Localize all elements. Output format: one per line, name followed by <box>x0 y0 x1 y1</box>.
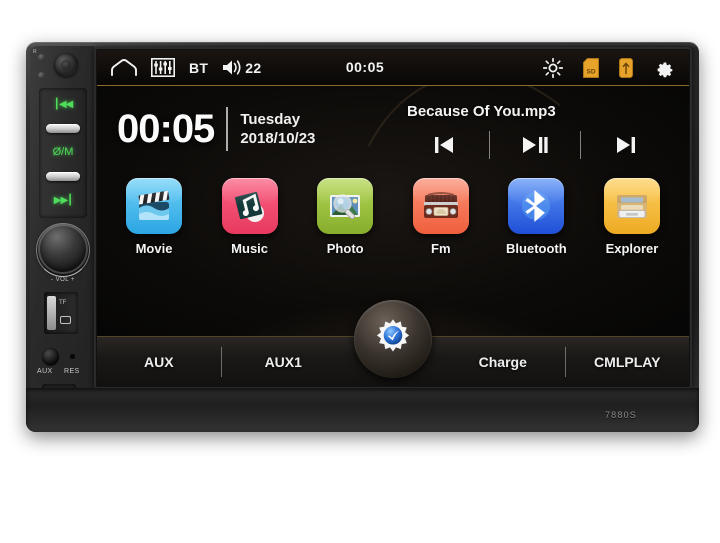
date-group: Tuesday 2018/10/23 <box>240 111 315 147</box>
gear-icon[interactable] <box>653 57 675 79</box>
reset-label: RES <box>64 368 80 375</box>
reset-mic-knob[interactable] <box>54 53 78 77</box>
file-explorer-icon <box>616 195 647 218</box>
movie-tile[interactable] <box>126 178 182 234</box>
play-pause-icon <box>523 136 548 153</box>
previous-track-hard-button[interactable]: ┃◀◀ <box>39 92 87 116</box>
app-label: Music <box>231 241 269 256</box>
touchscreen-display[interactable]: BT 22 00:05 SD 00:05 Tuesday 2018/10/23 … <box>97 50 689 386</box>
app-label: Explorer <box>605 241 659 256</box>
status-bar-clock: 00:05 <box>345 58 385 75</box>
clock-weekday: Tuesday <box>240 111 301 128</box>
bar-key-icon <box>46 123 80 133</box>
status-bar: BT 22 00:05 SD <box>97 50 689 86</box>
clock-widget[interactable]: 00:05 Tuesday 2018/10/23 <box>117 92 377 166</box>
bluetooth-status-label[interactable]: BT <box>189 60 208 76</box>
app-label: Bluetooth <box>506 241 567 256</box>
ir-label: R <box>33 49 37 55</box>
tf-card-icon <box>47 296 56 330</box>
reset-pinhole[interactable] <box>70 354 75 359</box>
play-pause-button[interactable] <box>490 128 580 162</box>
app-movie[interactable]: Movie <box>111 178 197 278</box>
app-fm[interactable]: Fm <box>398 178 484 278</box>
widget-row: 00:05 Tuesday 2018/10/23 Because Of You.… <box>97 92 689 174</box>
fm-tile[interactable] <box>412 178 469 234</box>
previous-track-icon <box>435 136 453 153</box>
car-stereo-head-unit: R ┃◀◀ Ø/M ▶▶┃ - VOL + TF AUX RES BT 22 0… <box>26 42 699 432</box>
faceplate-bottom-lip: 7880S <box>26 388 699 432</box>
hard-button-stack: ┃◀◀ Ø/M ▶▶┃ <box>39 88 87 218</box>
home-icon[interactable] <box>111 59 137 76</box>
music-player-widget[interactable]: Because Of You.mp3 <box>399 90 671 174</box>
photo-tile[interactable] <box>317 178 374 234</box>
left-control-panel: R ┃◀◀ Ø/M ▶▶┃ - VOL + TF AUX RES <box>30 46 94 428</box>
model-number-label: 7880S <box>604 410 637 420</box>
lower-bar-key[interactable] <box>39 164 87 188</box>
tab-cmlplay[interactable]: CMLPLAY <box>566 354 690 370</box>
track-title: Because Of You.mp3 <box>407 102 556 120</box>
clock-date: 2018/10/23 <box>240 130 316 147</box>
volume-knob-assembly[interactable]: - VOL + <box>36 223 90 283</box>
ir-receiver-icon <box>38 54 45 61</box>
app-grid: Movie Music Photo Fm Bluetooth Explorer <box>111 178 675 278</box>
sd-card-icon[interactable]: SD <box>583 57 599 78</box>
next-track-icon: ▶▶┃ <box>53 194 73 206</box>
volume-knob-ring <box>36 223 90 277</box>
app-explorer[interactable]: Explorer <box>589 178 675 278</box>
settings-gear-icon <box>376 319 410 352</box>
next-track-button[interactable] <box>581 128 671 162</box>
brightness-icon[interactable] <box>543 57 563 78</box>
usb-icon[interactable] <box>619 57 633 78</box>
clock-time: 00:05 <box>117 106 215 151</box>
volume-indicator[interactable]: 22 <box>222 59 261 76</box>
tab-aux[interactable]: AUX <box>97 354 221 370</box>
app-bluetooth[interactable]: Bluetooth <box>493 178 579 278</box>
power-mode-hard-button[interactable]: Ø/M <box>39 140 87 164</box>
divider <box>226 107 229 151</box>
aux-jack-label: AUX <box>37 368 53 375</box>
previous-track-icon: ┃◀◀ <box>53 98 73 110</box>
volume-knob-label: - VOL + <box>50 277 76 283</box>
app-label: Movie <box>135 241 173 256</box>
photo-magnifier-icon <box>330 194 361 220</box>
microphone-icon <box>38 72 45 79</box>
app-photo[interactable]: Photo <box>302 178 388 278</box>
next-track-icon <box>617 136 635 153</box>
next-track-hard-button[interactable]: ▶▶┃ <box>39 188 87 212</box>
bluetooth-tile[interactable] <box>508 178 565 234</box>
movie-clapperboard-icon <box>138 190 170 220</box>
tf-slot-label: TF <box>59 300 67 306</box>
equalizer-icon[interactable] <box>151 58 175 77</box>
settings-center-button[interactable] <box>354 300 432 378</box>
previous-track-button[interactable] <box>399 128 489 162</box>
bar-key-icon <box>46 171 80 181</box>
music-note-icon <box>234 191 264 222</box>
volume-value: 22 <box>245 59 262 76</box>
app-label: Fm <box>431 241 451 256</box>
bluetooth-icon <box>522 190 551 222</box>
upper-bar-key[interactable] <box>39 116 87 140</box>
explorer-tile[interactable] <box>603 178 660 234</box>
card-icon <box>60 316 71 324</box>
display-bezel: BT 22 00:05 SD 00:05 Tuesday 2018/10/23 … <box>94 47 692 389</box>
transport-controls <box>399 128 671 162</box>
tab-aux1[interactable]: AUX1 <box>222 354 346 370</box>
app-music[interactable]: Music <box>207 178 293 278</box>
tf-card-slot[interactable]: TF <box>44 292 78 334</box>
radio-icon <box>423 192 458 218</box>
power-mode-label: Ø/M <box>52 146 74 158</box>
status-bar-right-group: SD <box>543 57 675 79</box>
music-tile[interactable] <box>221 178 278 234</box>
tab-charge[interactable]: Charge <box>441 354 565 370</box>
svg-text:SD: SD <box>586 68 595 75</box>
app-label: Photo <box>326 241 364 256</box>
status-bar-left-group: BT 22 <box>111 58 261 77</box>
aux-input-jack[interactable] <box>42 348 59 365</box>
